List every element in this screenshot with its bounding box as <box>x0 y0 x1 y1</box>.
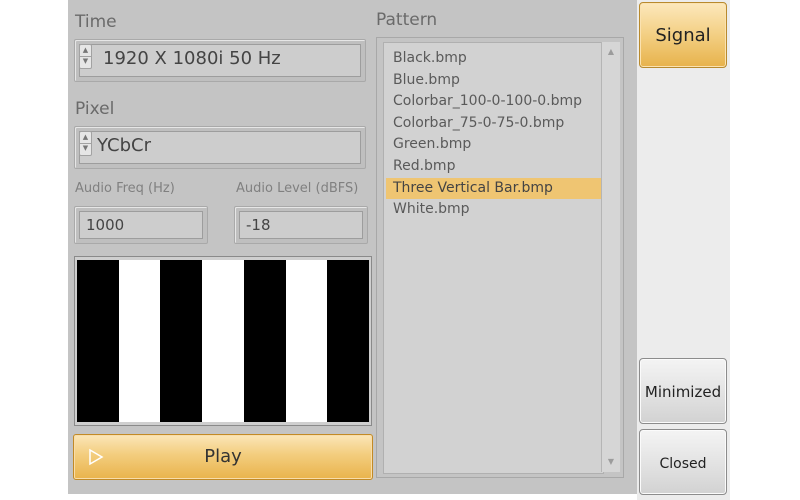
preview-bar <box>118 260 161 422</box>
pattern-scrollbar[interactable]: ▲ ▼ <box>601 42 620 472</box>
pixel-spinner[interactable]: ▲ ▼ <box>79 131 92 156</box>
pattern-list-item[interactable]: White.bmp <box>386 199 602 221</box>
audio-level-label: Audio Level (dBFS) <box>236 181 359 196</box>
spin-down-icon[interactable]: ▼ <box>80 143 91 154</box>
pattern-list-item[interactable]: Blue.bmp <box>386 70 602 92</box>
time-label: Time <box>75 12 117 32</box>
minimized-button[interactable]: Minimized <box>639 358 727 424</box>
pattern-list-item[interactable]: Colorbar_100-0-100-0.bmp <box>386 91 602 113</box>
preview-bar <box>285 260 328 422</box>
signal-button[interactable]: Signal <box>639 2 727 68</box>
side-panel <box>637 0 730 500</box>
time-spinner[interactable]: ▲ ▼ <box>79 44 92 69</box>
play-button[interactable]: Play <box>73 434 373 480</box>
pattern-list-item[interactable]: Black.bmp <box>386 48 602 70</box>
pixel-label: Pixel <box>75 99 115 119</box>
pattern-list-item[interactable]: Red.bmp <box>386 156 602 178</box>
scroll-down-icon[interactable]: ▼ <box>602 454 620 470</box>
preview-bar <box>327 260 370 422</box>
time-value: 1920 X 1080i 50 Hz <box>103 48 281 69</box>
preview-bar <box>160 260 203 422</box>
preview-bars <box>77 260 370 422</box>
pattern-label: Pattern <box>376 10 438 30</box>
preview-bar <box>243 260 286 422</box>
time-field[interactable]: ▲ ▼ 1920 X 1080i 50 Hz <box>74 39 366 82</box>
pattern-list-item[interactable]: Three Vertical Bar.bmp <box>386 177 602 200</box>
pattern-preview <box>74 256 372 426</box>
pattern-listbox[interactable]: Black.bmp Blue.bmp Colorbar_100-0-100-0.bm… <box>376 37 624 478</box>
spin-down-icon[interactable]: ▼ <box>80 56 91 67</box>
audio-freq-label: Audio Freq (Hz) <box>75 181 175 196</box>
audio-freq-input[interactable]: 1000 <box>74 206 208 244</box>
preview-bar <box>77 260 119 422</box>
preview-bar <box>202 260 244 422</box>
closed-button[interactable]: Closed <box>639 429 727 495</box>
pattern-list-item[interactable]: Colorbar_75-0-75-0.bmp <box>386 113 602 135</box>
play-label: Play <box>204 446 242 467</box>
pixel-value: YCbCr <box>97 135 151 156</box>
pixel-field[interactable]: ▲ ▼ YCbCr <box>74 126 366 169</box>
audio-freq-value: 1000 <box>86 216 125 234</box>
pattern-list-item[interactable]: Green.bmp <box>386 134 602 156</box>
pattern-list: Black.bmp Blue.bmp Colorbar_100-0-100-0.bm… <box>386 48 602 221</box>
audio-level-value: -18 <box>246 216 271 234</box>
scroll-up-icon[interactable]: ▲ <box>602 44 620 60</box>
audio-level-input[interactable]: -18 <box>234 206 368 244</box>
